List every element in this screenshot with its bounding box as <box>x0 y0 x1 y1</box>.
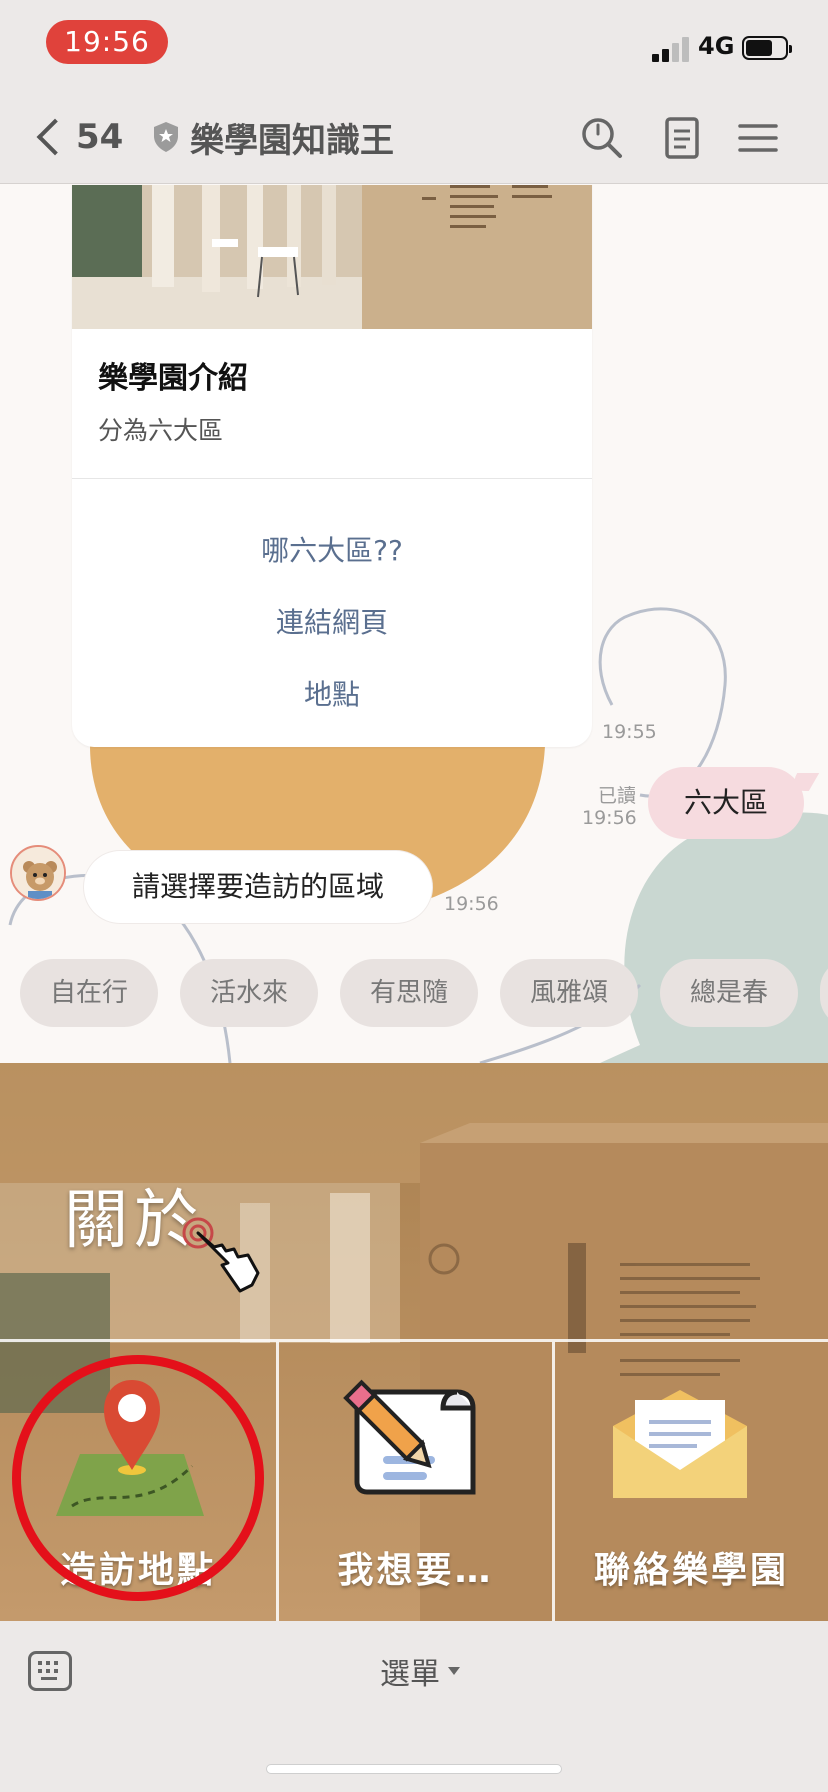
quick-reply-zongshichun[interactable]: 總是春 <box>660 959 798 1027</box>
menu-contact[interactable]: 聯絡樂學園 <box>555 1342 828 1621</box>
menu-contact-label: 聯絡樂學園 <box>593 1550 789 1591</box>
back-button[interactable]: 54 <box>30 112 123 162</box>
read-receipt: 已讀 <box>598 785 637 807</box>
rich-menu-toggle[interactable]: 選單 <box>340 1647 500 1695</box>
outgoing-message-bubble[interactable]: 六大區 <box>648 767 804 839</box>
card-hero-image[interactable] <box>72 185 592 329</box>
search-icon[interactable] <box>578 114 626 162</box>
keyboard-icon[interactable] <box>28 1651 72 1691</box>
card-action-web-link[interactable]: 連結網頁 <box>72 601 592 641</box>
map-pin-icon <box>56 1380 204 1516</box>
chat-header: 54 樂學園知識王 <box>0 92 828 184</box>
about-banner[interactable]: 關於 <box>0 1063 828 1341</box>
quick-reply-zizaixing[interactable]: 自在行 <box>20 959 158 1027</box>
card-subtitle: 分為六大區 <box>98 416 224 445</box>
outgoing-timestamp: 19:56 <box>582 807 637 829</box>
envelope-icon <box>613 1390 747 1498</box>
battery-icon <box>742 36 792 60</box>
keyboard-keys <box>38 1661 58 1680</box>
status-time: 19:56 <box>46 20 168 64</box>
bottom-bar: 選單 <box>0 1621 828 1792</box>
caret-down-icon <box>448 1667 460 1675</box>
quick-reply-more[interactable] <box>820 959 828 1027</box>
network-label: 4G <box>698 32 735 60</box>
home-indicator[interactable] <box>266 1764 562 1774</box>
library-photo <box>72 185 592 329</box>
shield-star-icon <box>154 122 178 152</box>
quick-reply-bar: 自在行 活水來 有思隨 風雅頌 總是春 <box>20 959 828 1027</box>
pointing-hand-icon <box>182 1217 260 1293</box>
quick-reply-yousisui[interactable]: 有思隨 <box>340 959 478 1027</box>
quick-reply-huoshuilai[interactable]: 活水來 <box>180 959 318 1027</box>
chevron-left-icon <box>36 118 74 156</box>
menu-i-want-label: 我想要… <box>337 1550 494 1591</box>
card-action-six-zones[interactable]: 哪六大區?? <box>72 529 592 569</box>
quick-reply-fengyasong[interactable]: 風雅頌 <box>500 959 638 1027</box>
menu-i-want[interactable]: 我想要… <box>279 1342 552 1621</box>
menu-visit-location[interactable]: 造訪地點 <box>0 1342 276 1621</box>
incoming-timestamp: 19:56 <box>444 893 499 915</box>
status-bar: 19:56 4G <box>0 0 828 92</box>
hamburger-menu-icon[interactable] <box>734 114 782 162</box>
chat-area[interactable]: 樂學園介紹 分為六大區 哪六大區?? 連結網頁 地點 19:55 已讀 19:5… <box>0 185 828 1063</box>
bot-avatar[interactable] <box>10 845 66 901</box>
notes-icon[interactable] <box>658 114 706 162</box>
unread-count: 54 <box>76 117 124 157</box>
chat-title: 樂學園知識王 <box>190 120 394 161</box>
card-action-location[interactable]: 地點 <box>72 673 592 713</box>
flex-message-card: 樂學園介紹 分為六大區 哪六大區?? 連結網頁 地點 <box>72 185 592 747</box>
chat-title-area[interactable]: 樂學園知識王 <box>152 112 394 162</box>
card-divider <box>72 478 592 479</box>
signal-icon <box>652 36 690 62</box>
rich-menu: 關於 造訪地點 我想要… 聯絡樂學園 <box>0 1063 828 1621</box>
card-title: 樂學園介紹 <box>98 361 248 396</box>
pencil-note-icon <box>343 1379 476 1495</box>
menu-visit-location-label: 造訪地點 <box>59 1550 216 1591</box>
card-timestamp: 19:55 <box>602 721 657 743</box>
incoming-message-bubble[interactable]: 請選擇要造訪的區域 <box>84 851 432 923</box>
menu-toggle-label: 選單 <box>380 1657 440 1692</box>
